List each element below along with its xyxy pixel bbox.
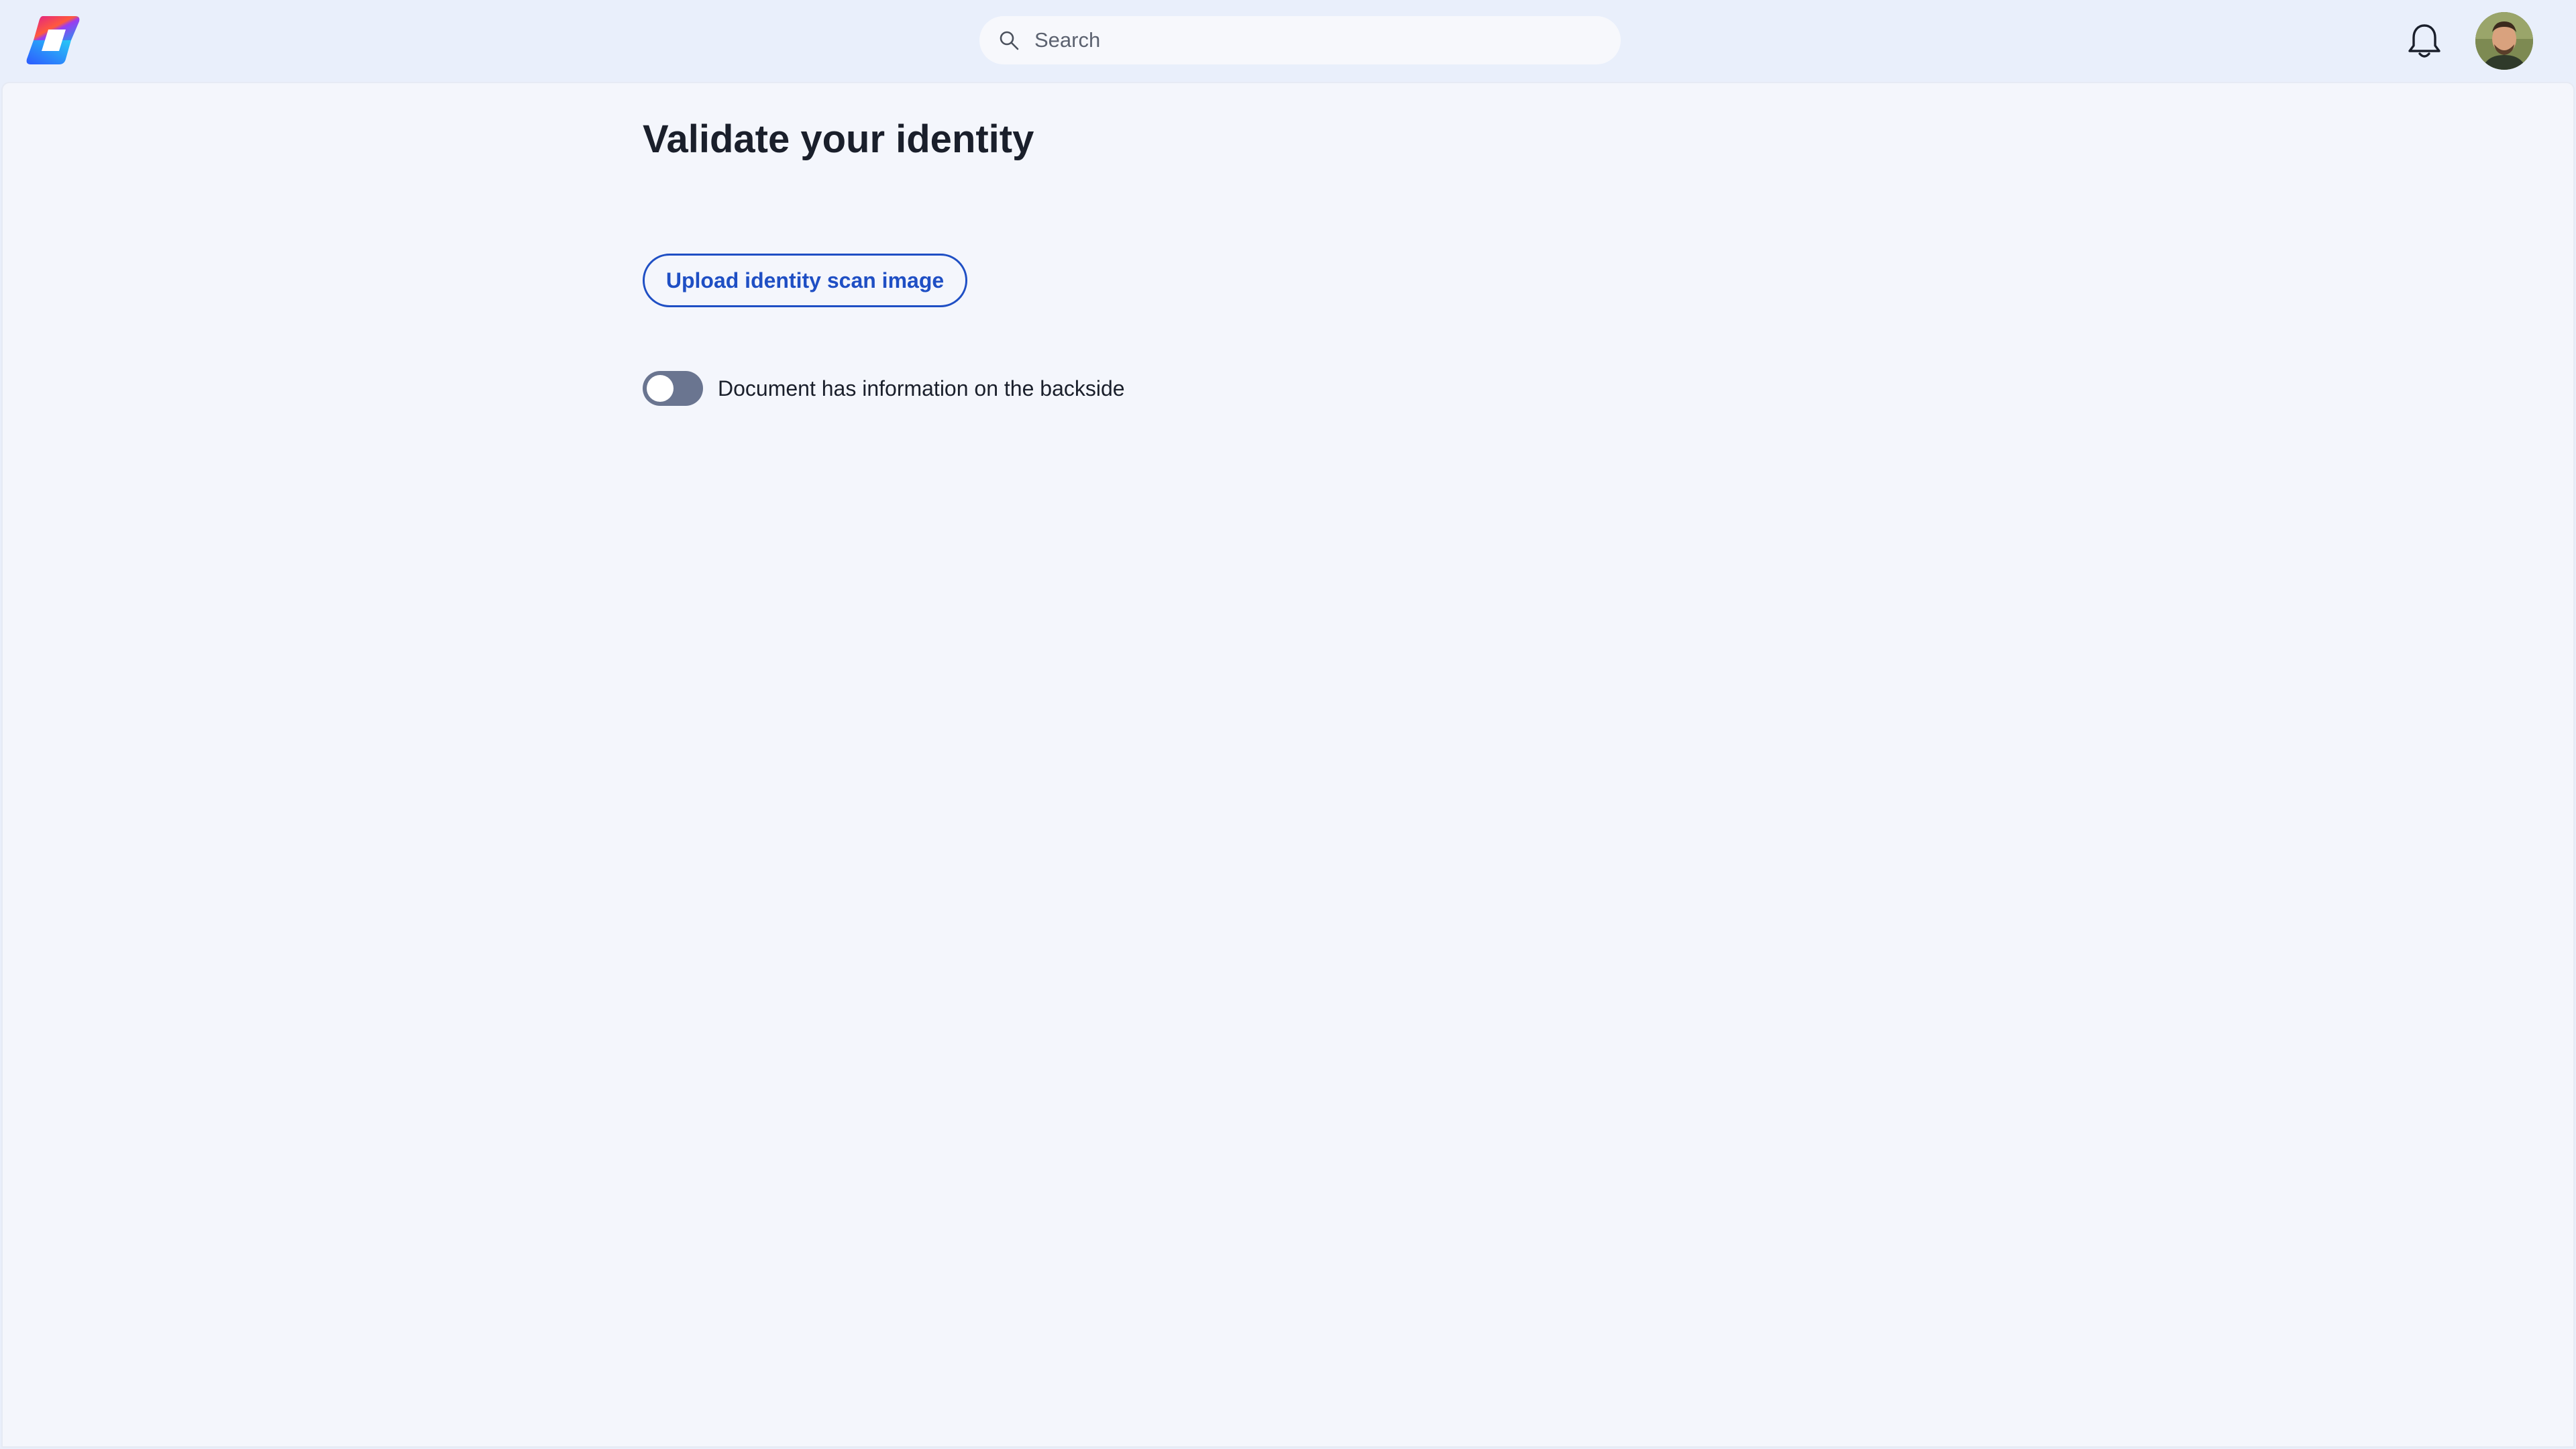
backside-toggle-label: Document has information on the backside	[718, 376, 1125, 400]
backside-toggle[interactable]	[643, 371, 703, 406]
upload-identity-button[interactable]: Upload identity scan image	[643, 254, 967, 307]
app-logo-icon[interactable]	[24, 13, 82, 67]
page-title: Validate your identity	[643, 117, 1034, 161]
toggle-knob	[647, 375, 674, 402]
search-icon	[998, 30, 1020, 51]
top-bar	[0, 0, 2576, 82]
main-content	[1, 82, 2575, 1448]
bell-icon[interactable]	[2406, 21, 2443, 60]
search-input[interactable]	[1033, 16, 1610, 64]
user-avatar[interactable]	[2475, 12, 2533, 70]
search-bar[interactable]	[979, 16, 1621, 64]
